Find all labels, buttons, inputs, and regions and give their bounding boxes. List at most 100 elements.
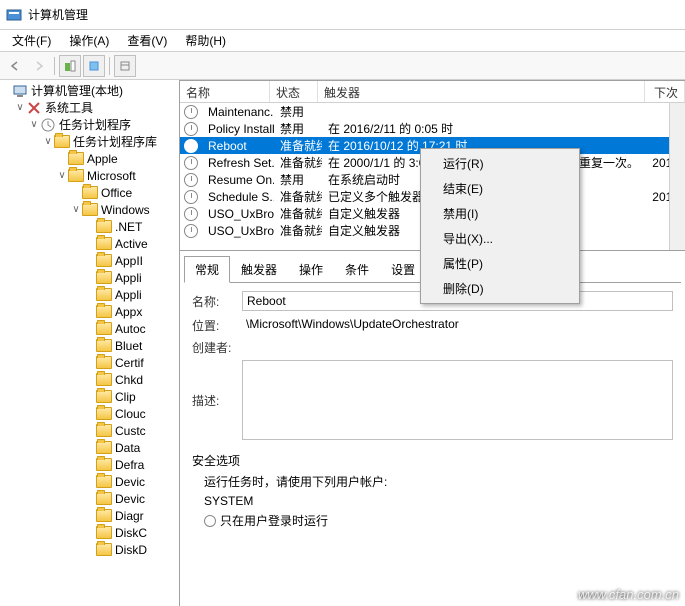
toolbar-btn-2[interactable] — [83, 55, 105, 77]
folder-icon — [82, 203, 98, 216]
tree-node[interactable]: ∨系统工具 — [0, 99, 179, 116]
value-desc[interactable] — [242, 360, 673, 440]
cell-name: Refresh Set... — [202, 156, 274, 170]
tree-node[interactable]: ∨任务计划程序库 — [0, 133, 179, 150]
cell-name: USO_UxBro... — [202, 224, 274, 238]
tree-node[interactable]: ∨Microsoft — [0, 167, 179, 184]
tree-node[interactable]: Active — [0, 235, 179, 252]
menu-view[interactable]: 查看(V) — [119, 30, 175, 51]
tree-label: Devic — [115, 475, 145, 489]
tree-node[interactable]: Diagr — [0, 507, 179, 524]
ctx-end[interactable]: 结束(E) — [423, 176, 577, 201]
tree-twisty[interactable]: ∨ — [28, 119, 40, 130]
tree-node[interactable]: DiskC — [0, 524, 179, 541]
col-next[interactable]: 下次 — [645, 81, 685, 102]
tab-triggers[interactable]: 触发器 — [230, 256, 288, 283]
col-name[interactable]: 名称 — [180, 81, 270, 102]
toolbar-btn-1[interactable] — [59, 55, 81, 77]
tree-node[interactable]: Office — [0, 184, 179, 201]
tree-label: Clip — [115, 390, 136, 404]
menu-file[interactable]: 文件(F) — [4, 30, 59, 51]
tree-node[interactable]: Apple — [0, 150, 179, 167]
title-bar: 计算机管理 — [0, 0, 685, 30]
toolbar-btn-3[interactable] — [114, 55, 136, 77]
folder-icon — [96, 356, 112, 369]
task-row[interactable]: Maintenanc...禁用 — [180, 103, 685, 120]
tree-label: Office — [101, 186, 132, 200]
cell-name: Reboot — [202, 139, 274, 153]
tab-conditions[interactable]: 条件 — [334, 256, 380, 283]
tree-label: Active — [115, 237, 148, 251]
tree-node[interactable]: Defra — [0, 456, 179, 473]
tree-node[interactable]: ∨ Windows — [0, 201, 179, 218]
tree-node[interactable]: Appli — [0, 269, 179, 286]
clock-icon — [184, 173, 198, 187]
folder-icon — [96, 339, 112, 352]
folder-icon — [96, 407, 112, 420]
tree-label: Chkd — [115, 373, 143, 387]
folder-icon — [96, 509, 112, 522]
tree-label: Appli — [115, 288, 142, 302]
tree-node[interactable]: Devic — [0, 473, 179, 490]
tree-node[interactable]: AppII — [0, 252, 179, 269]
separator — [109, 57, 110, 75]
tree-node[interactable]: Appx — [0, 303, 179, 320]
tab-general[interactable]: 常规 — [184, 256, 230, 283]
tree-node[interactable]: .NET — [0, 218, 179, 235]
col-trigger[interactable]: 触发器 — [318, 81, 645, 102]
folder-icon — [82, 186, 98, 199]
vertical-scrollbar[interactable] — [669, 103, 685, 250]
col-status[interactable]: 状态 — [270, 81, 318, 102]
context-menu: 运行(R) 结束(E) 禁用(I) 导出(X)... 属性(P) 删除(D) — [420, 148, 580, 304]
ctx-disable[interactable]: 禁用(I) — [423, 201, 577, 226]
tree-node[interactable]: 计算机管理(本地) — [0, 82, 179, 99]
tree-node[interactable]: Certif — [0, 354, 179, 371]
forward-button[interactable] — [28, 55, 50, 77]
tree-node[interactable]: Chkd — [0, 371, 179, 388]
tree-node[interactable]: Data — [0, 439, 179, 456]
tree-twisty[interactable]: ∨ — [14, 102, 26, 113]
security-section-title: 安全选项 — [192, 452, 673, 469]
ctx-export[interactable]: 导出(X)... — [423, 226, 577, 251]
tree-twisty[interactable]: ∨ — [56, 170, 68, 181]
tree-label: .NET — [115, 220, 142, 234]
tree-panel: 计算机管理(本地)∨系统工具∨任务计划程序∨任务计划程序库Apple∨Micro… — [0, 80, 180, 606]
ctx-delete[interactable]: 删除(D) — [423, 276, 577, 301]
tree-node[interactable]: Devic — [0, 490, 179, 507]
ctx-props[interactable]: 属性(P) — [423, 251, 577, 276]
tree-label: Windows — [101, 203, 150, 217]
menu-action[interactable]: 操作(A) — [61, 30, 117, 51]
clock-icon — [184, 190, 198, 204]
tree-node[interactable]: Custc — [0, 422, 179, 439]
security-opt-loggedon[interactable]: 只在用户登录时运行 — [204, 512, 673, 529]
ctx-run[interactable]: 运行(R) — [423, 151, 577, 176]
tree-node[interactable]: DiskD — [0, 541, 179, 558]
tree-node[interactable]: Clip — [0, 388, 179, 405]
clock-icon — [184, 122, 198, 136]
value-location: \Microsoft\Windows\UpdateOrchestrator — [242, 315, 673, 335]
cell-name: Resume On... — [202, 173, 274, 187]
folder-icon — [96, 237, 112, 250]
task-row[interactable]: Policy Install禁用在 2016/2/11 的 0:05 时 — [180, 120, 685, 137]
tree-label: DiskC — [115, 526, 147, 540]
folder-icon — [96, 543, 112, 556]
tab-actions[interactable]: 操作 — [288, 256, 334, 283]
tools-icon — [26, 100, 42, 116]
cell-name: Maintenanc... — [202, 105, 274, 119]
menu-bar: 文件(F) 操作(A) 查看(V) 帮助(H) — [0, 30, 685, 52]
menu-help[interactable]: 帮助(H) — [177, 30, 234, 51]
folder-icon — [96, 373, 112, 386]
cell-trigger: 在 2016/2/11 的 0:05 时 — [322, 120, 532, 137]
tree-node[interactable]: Appli — [0, 286, 179, 303]
tree-twisty[interactable]: ∨ — [42, 136, 54, 147]
cell-status: 准备就绪 — [274, 188, 322, 205]
tree-node[interactable]: Clouc — [0, 405, 179, 422]
tree-label: Autoc — [115, 322, 146, 336]
tree-node[interactable]: Autoc — [0, 320, 179, 337]
tree-node[interactable]: Bluet — [0, 337, 179, 354]
tree-twisty[interactable]: ∨ — [70, 204, 82, 215]
tree-label: Appli — [115, 271, 142, 285]
clock-icon — [184, 139, 198, 153]
tree-node[interactable]: ∨任务计划程序 — [0, 116, 179, 133]
back-button[interactable] — [4, 55, 26, 77]
